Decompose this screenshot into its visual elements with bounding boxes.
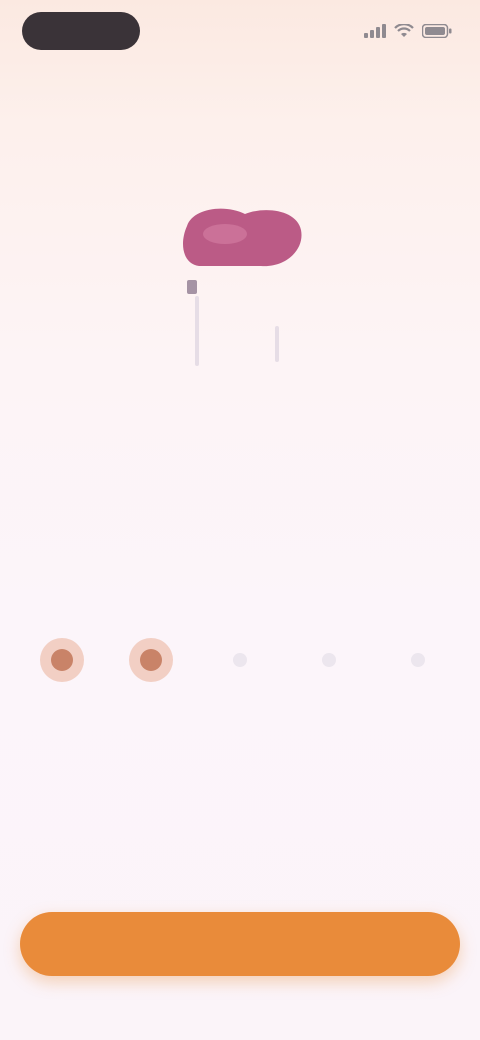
rating-option-4[interactable] xyxy=(307,638,351,682)
logo-block xyxy=(0,196,480,376)
continue-button[interactable] xyxy=(20,912,460,976)
app-logo-icon xyxy=(165,196,315,376)
status-bar xyxy=(0,0,480,64)
wifi-icon xyxy=(394,24,414,38)
rating-option-1[interactable] xyxy=(40,638,84,682)
rating-dot-icon xyxy=(411,653,425,667)
battery-icon xyxy=(422,24,452,38)
signal-icon xyxy=(364,24,386,38)
status-time-pill xyxy=(22,12,140,50)
rating-selector xyxy=(40,634,440,686)
rating-dot-icon xyxy=(51,649,73,671)
rating-dot-icon xyxy=(322,653,336,667)
rating-option-3[interactable] xyxy=(218,638,262,682)
rating-dot-icon xyxy=(233,653,247,667)
rating-option-5[interactable] xyxy=(396,638,440,682)
rating-option-2[interactable] xyxy=(129,638,173,682)
rating-dot-icon xyxy=(140,649,162,671)
status-icons xyxy=(364,20,452,42)
